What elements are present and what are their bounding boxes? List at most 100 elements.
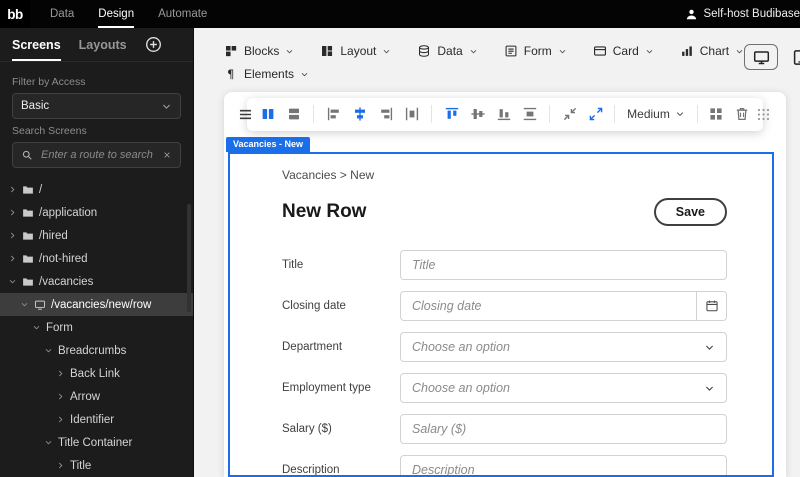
tree-item[interactable]: Form xyxy=(0,316,193,339)
folder-icon xyxy=(22,230,34,242)
component-menu-card[interactable]: Card xyxy=(593,44,654,58)
filter-by-access-label: Filter by Access xyxy=(12,76,181,88)
distribute-h-button[interactable] xyxy=(399,102,424,127)
tree-item-label: /not-hired xyxy=(39,253,88,265)
align-bottom-button[interactable] xyxy=(491,102,516,127)
form-icon xyxy=(504,44,518,58)
chevron-down-icon xyxy=(285,47,294,56)
top-tab-data[interactable]: Data xyxy=(38,0,86,28)
distribute-v-button[interactable] xyxy=(517,102,542,127)
component-menu-elements[interactable]: ¶Elements xyxy=(224,67,309,81)
expand-button[interactable] xyxy=(583,102,608,127)
toolbar-separator xyxy=(614,105,615,123)
preview-frame[interactable]: Vacancies > New New Row Save TitleClosin… xyxy=(228,152,774,477)
component-menu-blocks[interactable]: Blocks xyxy=(224,44,294,58)
user-label: Self-host Budibase xyxy=(703,8,800,20)
columns-button[interactable] xyxy=(255,102,280,127)
tree-item[interactable]: /vacancies xyxy=(0,270,193,293)
tree-item-label: Breadcrumbs xyxy=(58,345,126,357)
device-desktop-button[interactable] xyxy=(744,44,778,70)
main-shell: ScreensLayouts Filter by Access Basic Se… xyxy=(0,28,800,477)
float-toolbar-groups xyxy=(255,102,608,127)
card-icon xyxy=(593,44,607,58)
chevron-right-icon xyxy=(56,392,65,401)
rows-button[interactable] xyxy=(281,102,306,127)
tree-item[interactable]: Back Link xyxy=(0,362,193,385)
align-right-icon xyxy=(378,106,394,122)
sidebar-tab-layouts[interactable]: Layouts xyxy=(79,28,127,61)
tree-item[interactable]: Arrow xyxy=(0,385,193,408)
chevron-right-icon xyxy=(8,185,17,194)
field-input-salary[interactable] xyxy=(401,415,726,443)
add-screen-button[interactable] xyxy=(145,36,162,53)
tree-item[interactable]: Title xyxy=(0,454,193,477)
align-left-button[interactable] xyxy=(321,102,346,127)
user-menu[interactable]: Self-host Budibase xyxy=(685,8,800,21)
tree-item[interactable]: /not-hired xyxy=(0,247,193,270)
size-select[interactable]: Medium xyxy=(621,107,691,121)
budibase-logo[interactable]: bb xyxy=(0,0,30,28)
design-workspace: BlocksLayoutDataFormCardChart ¶Elements … xyxy=(194,28,800,477)
tree-item[interactable]: Identifier xyxy=(0,408,193,431)
trash-button[interactable] xyxy=(730,102,755,127)
top-tab-automate[interactable]: Automate xyxy=(146,0,219,28)
date-picker-button[interactable] xyxy=(696,292,726,320)
rows-icon xyxy=(286,106,302,122)
sidebar-scrollbar[interactable] xyxy=(187,204,191,312)
chevron-right-icon xyxy=(56,415,65,424)
page-title: New Row xyxy=(282,201,366,223)
sidebar-tab-screens[interactable]: Screens xyxy=(12,28,61,61)
tree-item[interactable]: /hired xyxy=(0,224,193,247)
field-select-employment-type[interactable]: Choose an option xyxy=(400,373,727,403)
tree-item[interactable]: /vacancies/new/row xyxy=(0,293,193,316)
component-menu-label: Chart xyxy=(700,44,729,58)
elements-icon: ¶ xyxy=(224,67,238,81)
tree-item[interactable]: / xyxy=(0,178,193,201)
toolbar-separator xyxy=(549,105,550,123)
route-search-input[interactable] xyxy=(39,148,156,162)
device-tablet-button[interactable] xyxy=(782,44,800,70)
plus-circle-icon xyxy=(145,36,162,53)
component-menu-data[interactable]: Data xyxy=(417,44,477,58)
field-select-value: Choose an option xyxy=(412,381,510,395)
chevron-down-icon xyxy=(44,438,53,447)
component-row-1: Blocks Layout Data Form Card Chart xyxy=(224,44,744,58)
tree-item[interactable]: Breadcrumbs xyxy=(0,339,193,362)
chevron-down-icon xyxy=(32,323,41,332)
top-tab-design[interactable]: Design xyxy=(86,0,146,28)
float-toolbar-end xyxy=(704,102,755,127)
screen-tree: //application/hired/not-hired/vacancies/… xyxy=(0,178,193,477)
align-center-h-button[interactable] xyxy=(347,102,372,127)
grid-button[interactable] xyxy=(704,102,729,127)
drag-handle-icon[interactable] xyxy=(756,107,771,122)
align-right-button[interactable] xyxy=(373,102,398,127)
component-menu-chart[interactable]: Chart xyxy=(680,44,744,58)
distribute-h-icon xyxy=(404,106,420,122)
field-control xyxy=(400,250,727,280)
field-select-department[interactable]: Choose an option xyxy=(400,332,727,362)
save-button[interactable]: Save xyxy=(654,198,727,226)
layout-icon xyxy=(320,44,334,58)
field-control xyxy=(400,455,727,477)
tree-item-label: / xyxy=(39,184,42,196)
field-input-title[interactable] xyxy=(401,251,726,279)
component-menu-layout[interactable]: Layout xyxy=(320,44,391,58)
align-top-button[interactable] xyxy=(439,102,464,127)
clear-search-icon[interactable] xyxy=(162,150,172,160)
tree-item[interactable]: /application xyxy=(0,201,193,224)
chevron-down-icon xyxy=(44,346,53,355)
toolbar-separator xyxy=(313,105,314,123)
field-input-closing-date[interactable] xyxy=(401,292,696,320)
chevron-down-icon xyxy=(704,342,715,353)
align-middle-button[interactable] xyxy=(465,102,490,127)
folder-icon xyxy=(22,253,34,265)
field-input-description[interactable] xyxy=(401,456,726,477)
tree-item-label: /vacancies/new/row xyxy=(51,299,151,311)
tree-item[interactable]: Title Container xyxy=(0,431,193,454)
chart-icon xyxy=(680,44,694,58)
collapse-button[interactable] xyxy=(557,102,582,127)
navigation-menu-button[interactable] xyxy=(237,106,254,123)
breadcrumb[interactable]: Vacancies > New xyxy=(282,168,727,182)
component-menu-form[interactable]: Form xyxy=(504,44,567,58)
access-filter-select[interactable]: Basic xyxy=(12,93,181,119)
